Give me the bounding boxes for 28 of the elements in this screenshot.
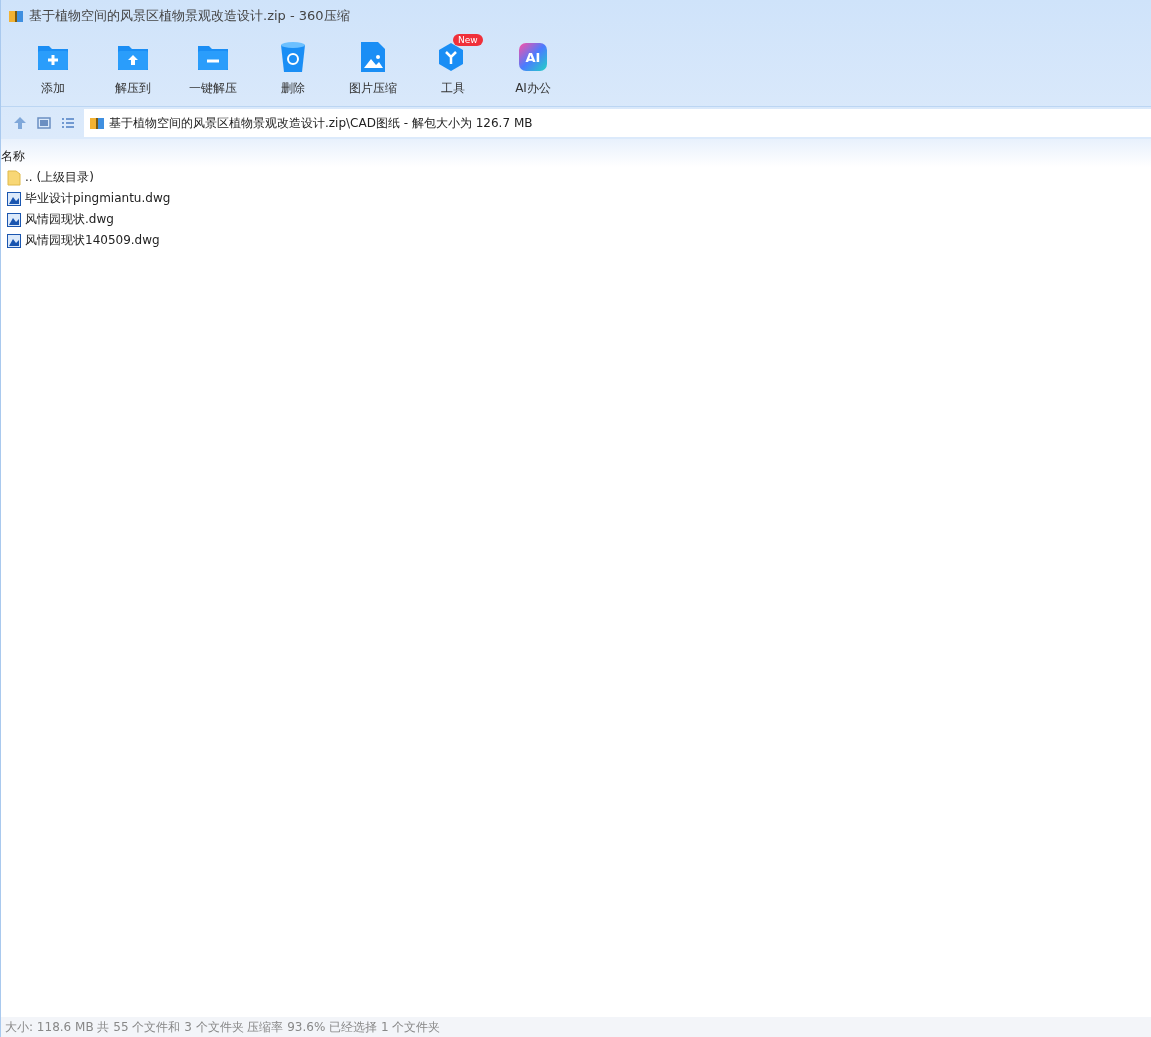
ai-logo-icon: AI: [519, 43, 547, 71]
toolbar-button[interactable]: New 工具: [413, 36, 493, 106]
list-view-icon[interactable]: [60, 115, 76, 131]
column-header[interactable]: 名称: [1, 148, 25, 165]
drawing-file-icon: [6, 211, 22, 228]
image-file-icon: [360, 41, 386, 73]
window-title: 基于植物空间的风景区植物景观改造设计.zip - 360压缩: [29, 7, 350, 25]
drawing-file-icon: [6, 190, 22, 207]
recycle-bin-icon: [280, 41, 306, 73]
archive-icon: [89, 115, 105, 131]
toolbar-button[interactable]: 一键解压: [173, 36, 253, 106]
toolbar-button[interactable]: 解压到: [93, 36, 173, 106]
toolbar-button[interactable]: 删除: [253, 36, 333, 106]
archive-icon: [8, 8, 24, 24]
thumbnail-view-icon[interactable]: [36, 115, 52, 131]
folder-icon: [6, 169, 22, 186]
file-name[interactable]: 风情园现状.dwg: [25, 211, 114, 228]
new-badge: New: [453, 34, 483, 46]
toolbar-button[interactable]: 图片压缩: [333, 36, 413, 106]
file-name[interactable]: 风情园现状140509.dwg: [25, 232, 160, 249]
drawing-file-icon: [6, 232, 22, 249]
file-name[interactable]: .. (上级目录): [25, 169, 94, 186]
up-arrow-icon[interactable]: [12, 115, 28, 131]
file-name[interactable]: 毕业设计pingmiantu.dwg: [25, 190, 171, 207]
toolbar-button[interactable]: AI AI办公: [493, 36, 573, 106]
status-bar: 大小: 118.6 MB 共 55 个文件和 3 个文件夹 压缩率 93.6% 已经选择 1 个文件夹: [1, 1017, 1151, 1037]
address-field[interactable]: 基于植物空间的风景区植物景观改造设计.zip\CAD图纸 - 解包大小为 126.7 MB: [84, 109, 1151, 137]
toolbar-button[interactable]: 添加: [13, 36, 93, 106]
